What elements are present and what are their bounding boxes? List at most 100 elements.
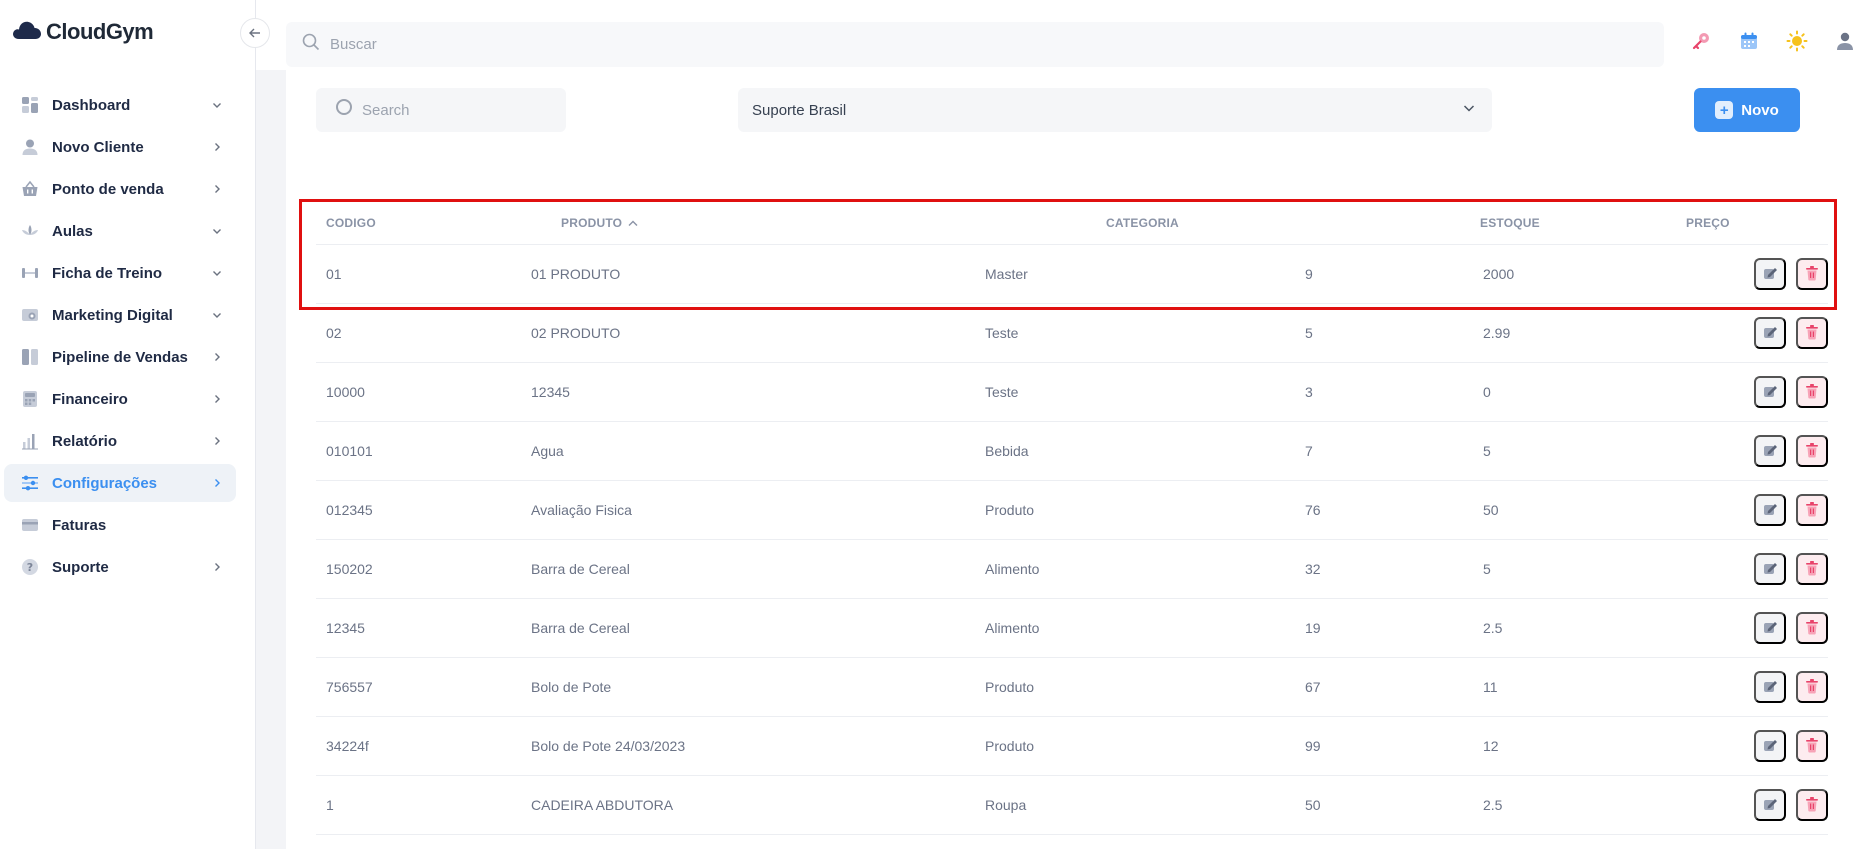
edit-button[interactable] <box>1754 730 1786 762</box>
table-row[interactable]: 01 01 PRODUTO Master 9 2000 <box>316 245 1828 304</box>
trash-icon <box>1805 678 1819 697</box>
cell-produto: Barra de Cereal <box>531 620 630 636</box>
edit-icon <box>1762 501 1778 520</box>
key-icon[interactable] <box>1690 30 1712 52</box>
chevron-right-icon <box>210 350 224 364</box>
cell-codigo: 1 <box>326 797 334 813</box>
brand-name: CloudGym <box>46 19 154 44</box>
app: CloudGym Dashboard Novo Cliente Ponto de… <box>0 0 1876 849</box>
edit-button[interactable] <box>1754 789 1786 821</box>
chevron-right-icon <box>210 434 224 448</box>
sidebar-item-configuracoes[interactable]: Configurações <box>4 464 236 502</box>
table-row[interactable]: 010101 Agua Bebida 7 5 <box>316 422 1828 481</box>
global-search-input[interactable]: Buscar <box>286 22 1664 67</box>
cell-categoria: Teste <box>985 325 1019 341</box>
delete-button[interactable] <box>1796 317 1828 349</box>
row-actions <box>1754 376 1828 408</box>
table-row[interactable]: 150202 Barra de Cereal Alimento 32 5 <box>316 540 1828 599</box>
cell-categoria: Roupa <box>985 797 1027 813</box>
sidebar-item-financeiro[interactable]: Financeiro <box>4 380 236 418</box>
cell-codigo: 756557 <box>326 679 373 695</box>
column-header-categoria[interactable]: CATEGORIA <box>1106 216 1179 230</box>
sidebar-item-dashboard[interactable]: Dashboard <box>4 86 236 124</box>
cell-codigo: 01 <box>326 266 342 282</box>
unit-select[interactable]: Suporte Brasil <box>738 88 1492 132</box>
row-actions <box>1754 494 1828 526</box>
sliders-icon <box>20 473 40 493</box>
row-actions <box>1754 730 1828 762</box>
sidebar-item-relatorio[interactable]: Relatório <box>4 422 236 460</box>
cell-categoria: Bebida <box>985 443 1029 459</box>
chevron-right-icon <box>210 140 224 154</box>
sidebar-item-aulas[interactable]: Aulas <box>4 212 236 250</box>
column-header-produto[interactable]: PRODUTO <box>561 216 638 230</box>
table-row[interactable]: 10000 12345 Teste 3 0 <box>316 363 1828 422</box>
delete-button[interactable] <box>1796 376 1828 408</box>
sidebar-collapse-button[interactable] <box>240 18 270 48</box>
cell-produto: Agua <box>531 443 564 459</box>
delete-button[interactable] <box>1796 494 1828 526</box>
camera-icon <box>20 305 40 325</box>
delete-button[interactable] <box>1796 671 1828 703</box>
cell-estoque: 67 <box>1305 679 1321 695</box>
column-header-preco[interactable]: PREÇO <box>1686 216 1730 230</box>
dashboard-icon <box>20 95 40 115</box>
chevron-down-icon <box>1462 101 1476 120</box>
chevron-down-icon <box>210 98 224 112</box>
sidebar-item-label: Ponto de venda <box>52 180 164 198</box>
table-row[interactable]: 1 CADEIRA ABDUTORA Roupa 50 2.5 <box>316 776 1828 835</box>
delete-button[interactable] <box>1796 435 1828 467</box>
edit-icon <box>1762 737 1778 756</box>
edit-button[interactable] <box>1754 671 1786 703</box>
edit-button[interactable] <box>1754 317 1786 349</box>
logo[interactable]: CloudGym <box>12 18 154 46</box>
sidebar-item-pipeline-de-vendas[interactable]: Pipeline de Vendas <box>4 338 236 376</box>
sidebar-item-label: Dashboard <box>52 96 131 114</box>
trash-icon <box>1805 737 1819 756</box>
cell-produto: Barra de Cereal <box>531 561 630 577</box>
global-search-placeholder: Buscar <box>330 36 377 53</box>
sun-icon[interactable] <box>1786 30 1808 52</box>
new-product-button[interactable]: + Novo <box>1694 88 1800 132</box>
table-row[interactable]: 02 02 PRODUTO Teste 5 2.99 <box>316 304 1828 363</box>
delete-button[interactable] <box>1796 730 1828 762</box>
table-row[interactable]: 756557 Bolo de Pote Produto 67 11 <box>316 658 1828 717</box>
table-row[interactable]: 012345 Avaliação Fisica Produto 76 50 <box>316 481 1828 540</box>
sidebar-item-novo-cliente[interactable]: Novo Cliente <box>4 128 236 166</box>
delete-button[interactable] <box>1796 612 1828 644</box>
table-row[interactable]: 12345 Barra de Cereal Alimento 19 2.5 <box>316 599 1828 658</box>
sidebar-item-label: Pipeline de Vendas <box>52 348 188 366</box>
cell-produto: 12345 <box>531 384 570 400</box>
product-search-input[interactable]: Search <box>316 88 566 132</box>
edit-button[interactable] <box>1754 258 1786 290</box>
delete-button[interactable] <box>1796 789 1828 821</box>
user-profile-icon[interactable] <box>1834 30 1856 52</box>
sidebar-item-faturas[interactable]: Faturas <box>4 506 236 544</box>
cell-preco: 5 <box>1483 443 1491 459</box>
edit-button[interactable] <box>1754 553 1786 585</box>
edit-button[interactable] <box>1754 376 1786 408</box>
edit-button[interactable] <box>1754 612 1786 644</box>
cell-codigo: 10000 <box>326 384 365 400</box>
trash-icon <box>1805 383 1819 402</box>
cell-preco: 2000 <box>1483 266 1515 282</box>
table-row[interactable]: 34224f Bolo de Pote 24/03/2023 Produto 99 12 <box>316 717 1828 776</box>
sidebar-item-ficha-de-treino[interactable]: Ficha de Treino <box>4 254 236 292</box>
cell-estoque: 32 <box>1305 561 1321 577</box>
sidebar-item-ponto-de-venda[interactable]: Ponto de venda <box>4 170 236 208</box>
row-actions <box>1754 789 1828 821</box>
cell-codigo: 02 <box>326 325 342 341</box>
edit-button[interactable] <box>1754 435 1786 467</box>
calendar-icon[interactable] <box>1738 30 1760 52</box>
row-actions <box>1754 553 1828 585</box>
sidebar-item-marketing-digital[interactable]: Marketing Digital <box>4 296 236 334</box>
table-body: 01 01 PRODUTO Master 9 2000 02 02 PRODUTO Teste… <box>316 245 1828 835</box>
delete-button[interactable] <box>1796 258 1828 290</box>
trash-icon <box>1805 560 1819 579</box>
column-header-estoque[interactable]: ESTOQUE <box>1480 216 1540 230</box>
edit-button[interactable] <box>1754 494 1786 526</box>
delete-button[interactable] <box>1796 553 1828 585</box>
sidebar-item-suporte[interactable]: ? Suporte <box>4 548 236 586</box>
cell-categoria: Alimento <box>985 620 1040 636</box>
column-header-codigo[interactable]: CODIGO <box>326 216 376 230</box>
